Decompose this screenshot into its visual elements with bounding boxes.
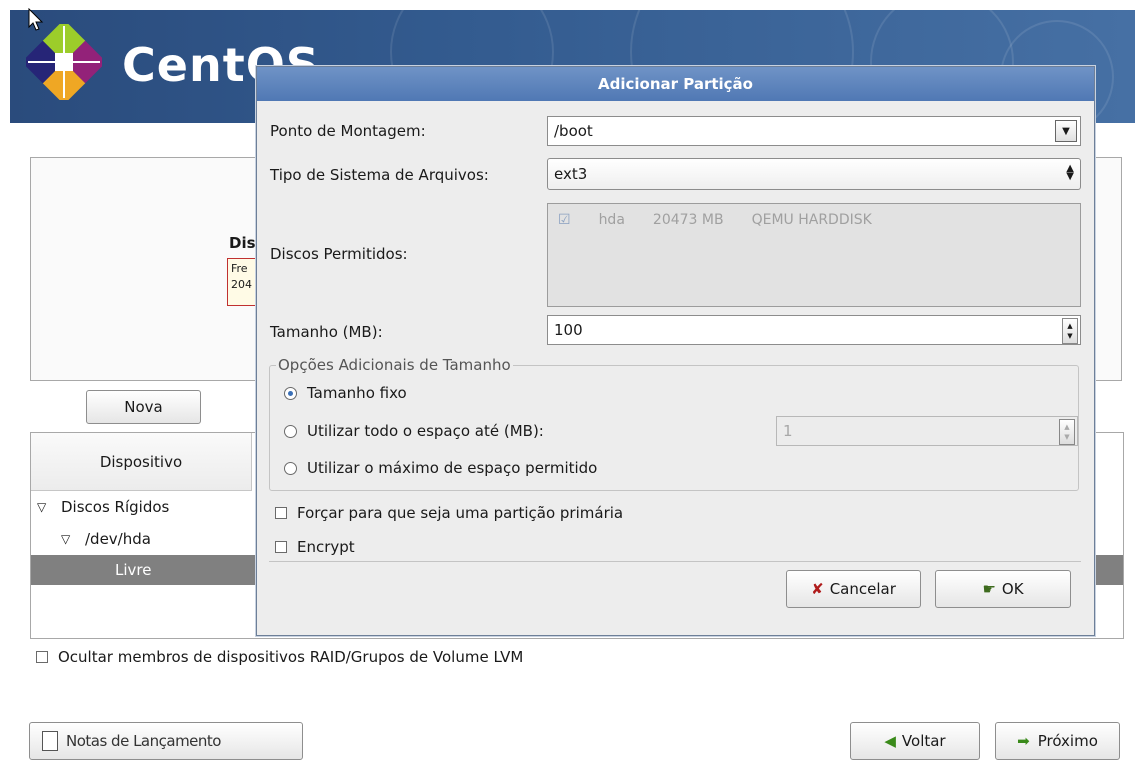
opt-fixed-size-row[interactable]: Tamanho fixo [284,384,407,402]
fs-type-value: ext3 [554,165,588,183]
size-label: Tamanho (MB): [270,323,383,341]
fs-type-select[interactable]: ext3 ▲ ▼ [547,158,1081,190]
spin-arrows-icon[interactable]: ▲ ▼ [1059,419,1075,445]
mount-point-value: /boot [554,122,593,140]
fs-type-label: Tipo de Sistema de Arquivos: [270,166,489,184]
new-partition-button[interactable]: Nova [86,390,201,424]
encrypt-checkbox[interactable] [275,541,287,553]
tree-row-dev-hda[interactable]: ▽ /dev/hda [31,524,151,554]
cancel-x-icon: ✘ [811,580,824,598]
additional-size-legend: Opções Adicionais de Tamanho [276,356,513,374]
opt-fill-up-to-label: Utilizar todo o espaço até (MB): [307,422,544,440]
mount-point-label: Ponto de Montagem: [270,122,426,140]
radio-selected-icon[interactable] [284,386,297,400]
hide-raid-checkbox-row[interactable]: Ocultar membros de dispositivos RAID/Gru… [36,648,523,666]
expander-down-icon[interactable]: ▽ [61,532,77,546]
spin-arrows-icon[interactable]: ▲ ▼ [1062,318,1078,344]
release-notes-button[interactable]: Notas de Lançamento [29,722,303,760]
fill-up-to-spinbox[interactable]: 1 ▲ ▼ [776,416,1078,446]
opt-fill-max-label: Utilizar o máximo de espaço permitido [307,459,598,477]
allowed-drives-list[interactable]: ☑ hda 20473 MB QEMU HARDDISK [547,203,1081,307]
additional-size-options-frame: Opções Adicionais de Tamanho Tamanho fix… [269,356,1079,491]
checkbox-checked-icon[interactable]: ☑ [558,212,571,228]
opt-fill-max-row[interactable]: Utilizar o máximo de espaço permitido [284,459,597,477]
back-button[interactable]: ◀ Voltar [850,722,980,760]
cancel-label: Cancelar [829,580,896,598]
allowed-drives-label: Discos Permitidos: [270,245,408,263]
tree-row-label: Discos Rígidos [61,498,170,516]
size-value: 100 [554,321,583,339]
select-arrows-icon: ▲ ▼ [1066,163,1074,182]
tree-row-label: Livre [115,561,152,579]
dialog-title: Adicionar Partição [598,75,753,93]
encrypt-row[interactable]: Encrypt [275,538,355,556]
release-notes-label: Notas de Lançamento [66,732,221,750]
drive-size: 20473 MB [652,212,724,228]
drive-row-hda[interactable]: ☑ hda 20473 MB QEMU HARDDISK [558,212,872,228]
encrypt-label: Encrypt [297,538,355,556]
force-primary-checkbox[interactable] [275,507,287,519]
radio-icon[interactable] [284,461,297,475]
mouse-cursor-icon [28,8,44,31]
opt-fixed-label: Tamanho fixo [307,384,407,402]
new-button-label: Nova [124,398,163,416]
ok-hand-icon: ☛ [982,580,996,598]
expander-down-icon[interactable]: ▽ [37,500,53,514]
next-label: Próximo [1037,732,1098,750]
add-partition-dialog: Adicionar Partição Ponto de Montagem: /b… [256,66,1095,636]
device-column-header[interactable]: Dispositivo [31,433,252,491]
drive-name: hda [598,212,625,228]
tree-row-label: /dev/hda [85,530,151,548]
force-primary-label: Forçar para que seja uma partição primár… [297,504,624,522]
opt-fill-up-to-row[interactable]: Utilizar todo o espaço até (MB): [284,422,544,440]
tree-row-hard-drives[interactable]: ▽ Discos Rígidos [31,492,169,522]
dialog-separator [269,561,1081,562]
drive-model: QEMU HARDDISK [751,212,872,228]
radio-icon[interactable] [284,424,297,438]
document-icon [42,731,58,751]
hide-raid-checkbox[interactable] [36,651,48,663]
device-column-label: Dispositivo [99,452,183,471]
fill-up-to-value: 1 [783,422,793,440]
mount-point-combo[interactable]: /boot ▼ [547,116,1081,146]
ok-label: OK [1001,580,1024,598]
back-arrow-icon: ◀ [884,732,896,750]
centos-logo-icon [26,24,102,100]
size-spinbox[interactable]: 100 ▲ ▼ [547,315,1081,345]
dialog-title-bar[interactable]: Adicionar Partição [257,67,1094,101]
dropdown-arrow-icon[interactable]: ▼ [1055,120,1077,142]
ok-button[interactable]: ☛ OK [935,570,1071,608]
back-label: Voltar [901,732,946,750]
next-button[interactable]: ➡ Próximo [995,722,1120,760]
hide-raid-label: Ocultar membros de dispositivos RAID/Gru… [58,648,524,666]
disk-caption: Dis [229,234,256,252]
cancel-button[interactable]: ✘ Cancelar [786,570,921,608]
force-primary-row[interactable]: Forçar para que seja uma partição primár… [275,504,623,522]
forward-arrow-icon: ➡ [1017,732,1030,750]
